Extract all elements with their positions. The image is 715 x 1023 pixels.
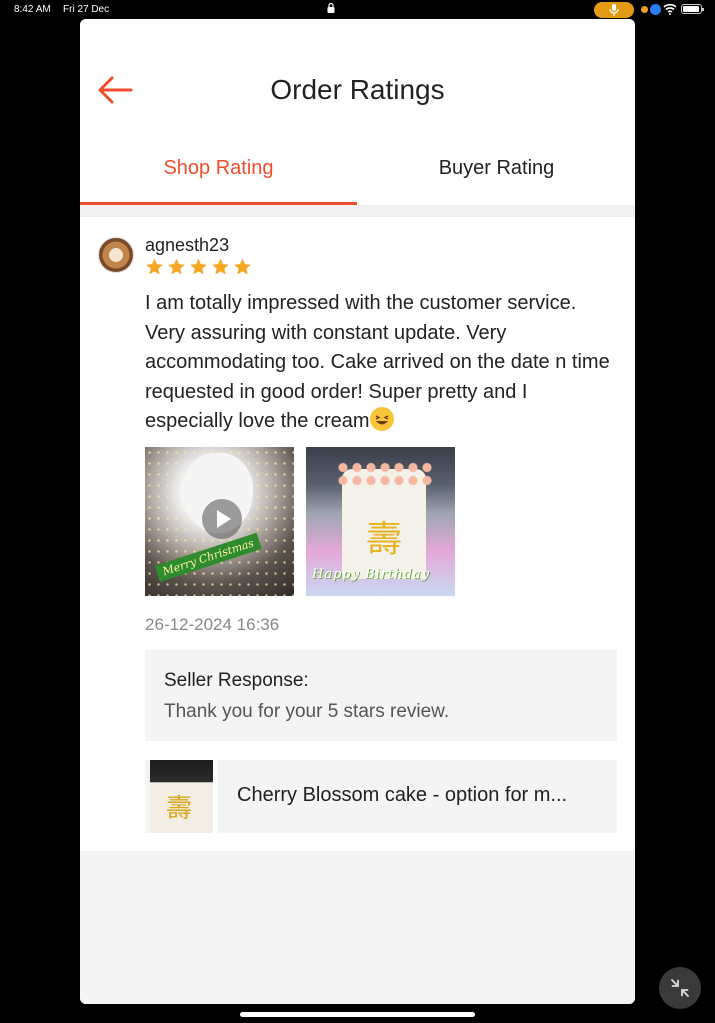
product-thumbnail: [150, 760, 213, 833]
review-card: agnesth23 I am totally impressed with th…: [80, 217, 635, 851]
seller-response-text: Thank you for your 5 stars review.: [164, 701, 450, 722]
lock-icon: [327, 3, 335, 13]
reviewer-username: agnesth23: [145, 235, 230, 255]
star-icon: [168, 258, 185, 275]
star-icon: [190, 258, 207, 275]
page-title: Order Ratings: [270, 74, 445, 105]
status-time: 8:42 AM: [14, 4, 51, 15]
star-rating: [144, 257, 253, 277]
seller-response: Seller Response: Thank you for your 5 st…: [145, 650, 617, 741]
laughing-emoji-icon: [369, 407, 394, 432]
photo-caption: Happy Birthday: [312, 567, 431, 582]
product-name: Cherry Blossom cake - option for m...: [237, 784, 568, 806]
tab-shop-rating[interactable]: Shop Rating: [80, 139, 357, 205]
status-date: Fri 27 Dec: [63, 4, 110, 15]
order-ratings-panel: Order Ratings Shop Rating Buyer Rating a…: [80, 19, 635, 1004]
recording-dot-icon: [641, 6, 648, 13]
star-icon: [234, 258, 251, 275]
cake-image: 壽: [336, 461, 432, 579]
home-indicator[interactable]: [240, 1012, 475, 1017]
rating-tabs: Shop Rating Buyer Rating: [80, 139, 635, 205]
avatar[interactable]: [98, 237, 134, 273]
star-icon: [212, 258, 229, 275]
tab-buyer-rating[interactable]: Buyer Rating: [358, 139, 635, 205]
battery-icon: [681, 4, 704, 14]
wifi-icon: [663, 3, 677, 15]
microphone-icon: [594, 2, 634, 18]
header: Order Ratings: [80, 19, 635, 139]
product-link[interactable]: Cherry Blossom cake - option for m...: [145, 760, 617, 833]
collapse-icon: [671, 979, 689, 997]
review-timestamp: 26-12-2024 16:36: [145, 615, 280, 634]
play-icon[interactable]: [202, 499, 242, 539]
location-icon: [650, 4, 661, 15]
review-photo-thumbnail[interactable]: 壽 Happy Birthday: [306, 447, 455, 596]
divider: [80, 205, 635, 217]
empty-area: [80, 851, 635, 1004]
review-video-thumbnail[interactable]: Merry Christmas: [145, 447, 294, 596]
star-icon: [146, 258, 163, 275]
collapse-button[interactable]: [659, 967, 701, 1009]
review-text: I am totally impressed with the customer…: [145, 289, 620, 437]
seller-response-title: Seller Response:: [164, 670, 309, 691]
status-bar: 8:42 AM Fri 27 Dec: [0, 0, 715, 19]
